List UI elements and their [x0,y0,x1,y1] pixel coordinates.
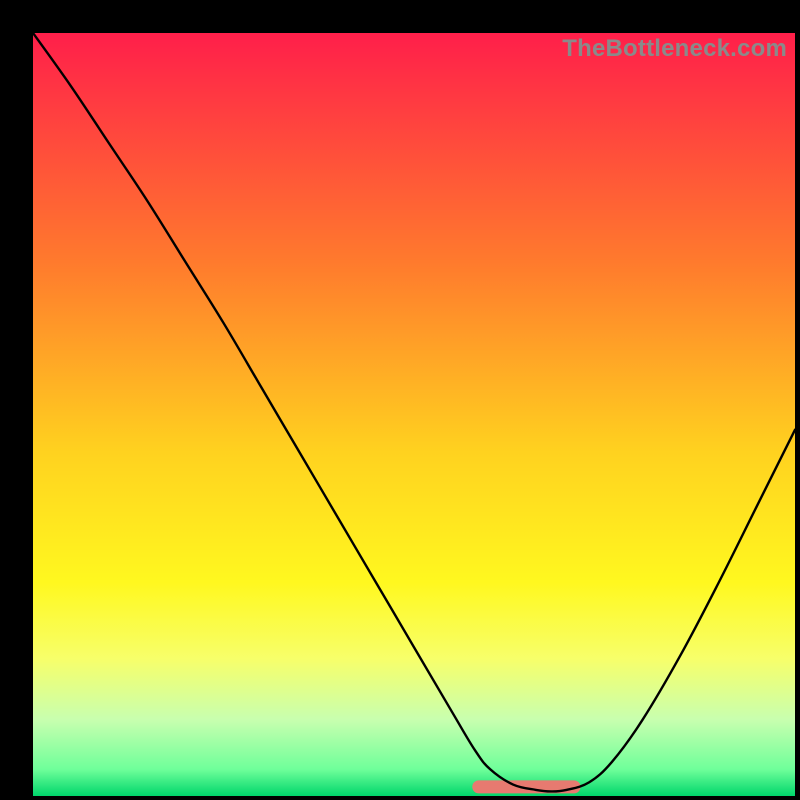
chart-frame: TheBottleneck.com [0,0,800,800]
plot-area: TheBottleneck.com [33,33,795,796]
chart-svg [33,33,795,796]
gradient-background [33,33,795,796]
